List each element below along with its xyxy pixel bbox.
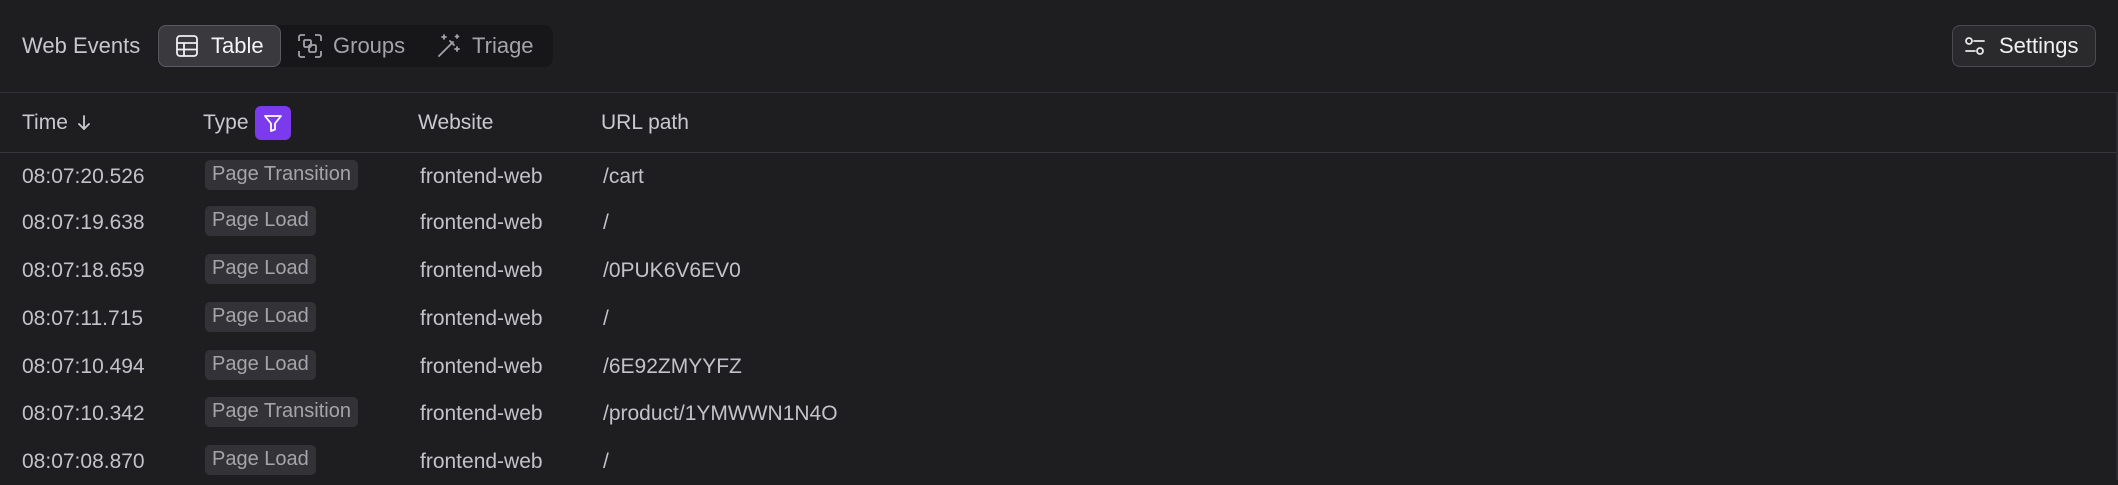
type-cell: Page Load — [205, 295, 316, 342]
type-badge: Page Load — [205, 253, 316, 284]
url-path-cell: /product/1YMWWN1N4O — [603, 401, 838, 425]
magic-wand-icon — [436, 33, 462, 59]
tab-table-label: Table — [211, 33, 264, 58]
table-row[interactable]: 08:07:10.342 Page Transition frontend-we… — [0, 390, 2116, 437]
type-cell: Page Transition — [205, 390, 358, 437]
column-website[interactable]: Website — [418, 93, 493, 152]
time-cell: 08:07:10.494 — [22, 354, 145, 378]
column-website-label: Website — [418, 110, 494, 134]
type-badge: Page Load — [205, 205, 316, 236]
table-row[interactable]: 08:07:10.494 Page Load frontend-web /6E9… — [0, 343, 2116, 390]
type-cell: Page Load — [205, 438, 316, 485]
time-cell: 08:07:10.342 — [22, 401, 145, 425]
type-cell: Page Load — [205, 199, 316, 246]
column-url-path-label: URL path — [601, 110, 689, 134]
website-cell: frontend-web — [420, 306, 543, 330]
time-cell: 08:07:11.715 — [22, 306, 144, 330]
website-cell: frontend-web — [420, 164, 543, 188]
type-cell: Page Transition — [205, 153, 358, 200]
toolbar: Web Events Table Groups Triage Settings — [0, 0, 2118, 93]
url-path-cell: /cart — [603, 164, 644, 188]
tab-triage[interactable]: Triage — [436, 25, 548, 67]
url-path-cell: /6E92ZMYYFZ — [603, 354, 742, 378]
table-row[interactable]: 08:07:20.526 Page Transition frontend-we… — [0, 153, 2116, 200]
url-path-cell: / — [603, 210, 609, 234]
type-badge: Page Load — [205, 301, 316, 332]
column-type-label: Type — [203, 110, 249, 134]
url-path-cell: / — [603, 306, 609, 330]
tab-groups-label: Groups — [333, 33, 406, 58]
tab-triage-label: Triage — [472, 33, 534, 58]
time-cell: 08:07:19.638 — [22, 210, 145, 234]
table-header: Time Type Website URL path — [0, 93, 2118, 153]
table-icon — [175, 33, 201, 59]
table-row[interactable]: 08:07:11.715 Page Load frontend-web / — [0, 295, 2116, 342]
column-time[interactable]: Time — [22, 93, 92, 152]
type-filter-button[interactable] — [254, 105, 291, 140]
table-row[interactable]: 08:07:18.659 Page Load frontend-web /0PU… — [0, 247, 2116, 294]
type-badge: Page Load — [205, 444, 316, 475]
settings-label: Settings — [1999, 33, 2079, 58]
groups-icon — [297, 33, 323, 59]
filter-icon — [263, 114, 282, 132]
website-cell: frontend-web — [420, 449, 543, 473]
sliders-icon — [1964, 34, 1988, 58]
column-url-path[interactable]: URL path — [601, 93, 689, 152]
time-cell: 08:07:20.526 — [22, 164, 145, 188]
type-badge: Page Transition — [205, 159, 358, 190]
url-path-cell: /0PUK6V6EV0 — [603, 258, 741, 282]
type-badge: Page Transition — [205, 396, 358, 427]
type-cell: Page Load — [205, 343, 316, 390]
type-badge: Page Load — [205, 349, 316, 380]
table-row[interactable]: 08:07:19.638 Page Load frontend-web / — [0, 199, 2116, 246]
tab-table[interactable]: Table — [158, 25, 281, 67]
website-cell: frontend-web — [420, 401, 543, 425]
tab-groups[interactable]: Groups — [297, 25, 417, 67]
type-cell: Page Load — [205, 247, 316, 294]
website-cell: frontend-web — [420, 210, 543, 234]
time-cell: 08:07:18.659 — [22, 258, 145, 282]
website-cell: frontend-web — [420, 354, 543, 378]
page-title: Web Events — [22, 33, 141, 58]
settings-button[interactable]: Settings — [1952, 25, 2096, 67]
time-cell: 08:07:08.870 — [22, 449, 145, 473]
website-cell: frontend-web — [420, 258, 543, 282]
table-row[interactable]: 08:07:08.870 Page Load frontend-web / — [0, 438, 2116, 480]
url-path-cell: / — [603, 449, 609, 473]
view-switcher: Table Groups Triage — [157, 25, 553, 67]
arrow-down-icon — [76, 114, 92, 132]
column-type[interactable]: Type — [203, 93, 291, 152]
column-time-label: Time — [22, 110, 68, 134]
